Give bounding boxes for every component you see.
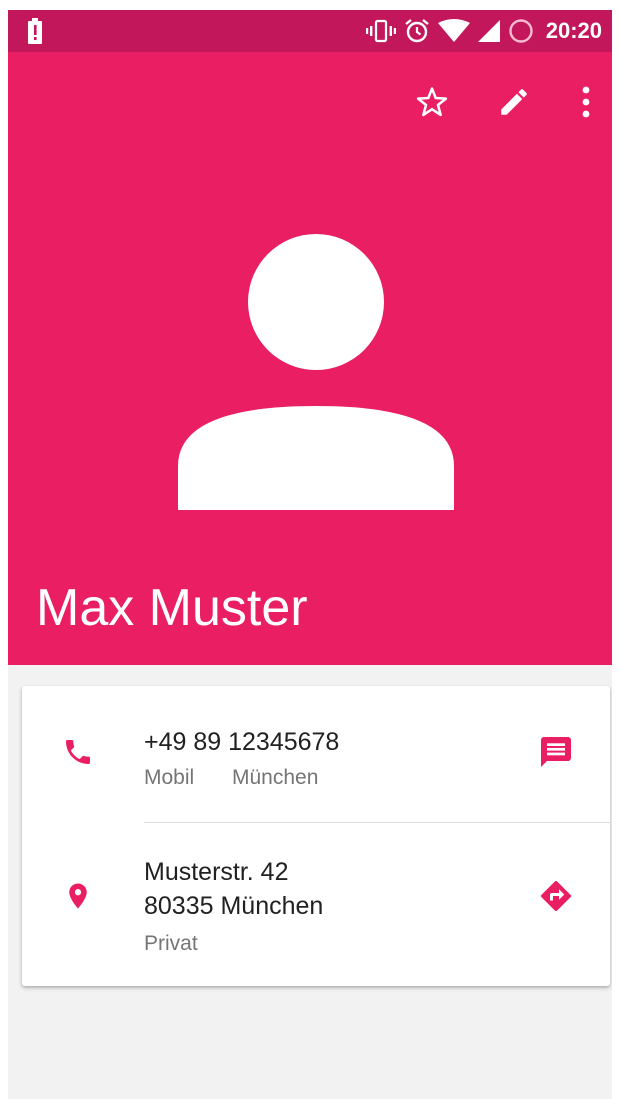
more-vert-icon[interactable] [566,82,606,122]
message-icon[interactable] [536,732,576,772]
phone-type: Mobil [144,766,195,789]
alarm-icon [404,19,429,43]
directions-icon[interactable] [536,876,576,916]
status-time: 20:20 [545,18,602,43]
contact-details-card: +49 89 12345678 Mobil München Musterstr.… [22,686,610,986]
vibrate-icon [365,19,396,43]
person-icon [178,234,454,510]
address-line1[interactable]: Musterstr. 42 [144,858,289,887]
wifi-icon [437,19,470,42]
battery-alert-icon [28,18,42,44]
edit-pencil-icon[interactable] [494,82,534,122]
sync-circle-icon [509,19,533,43]
status-icons: 20:20 [365,10,602,52]
location-pin-icon [58,876,98,916]
star-outline-icon[interactable] [412,82,452,122]
phone-location: München [232,766,319,789]
address-line2[interactable]: 80335 München [144,892,323,921]
phone-number[interactable]: +49 89 12345678 [144,728,339,757]
row-divider [144,822,610,823]
contact-name: Max Muster [36,579,308,637]
status-bar: 20:20 [8,10,612,52]
contact-screen: 20:20 Max Muster +49 89 12345678 Mobil M… [8,10,612,1099]
phone-icon [58,732,98,772]
contact-header: Max Muster [8,52,612,665]
signal-icon [477,20,500,42]
address-type: Privat [144,932,198,955]
